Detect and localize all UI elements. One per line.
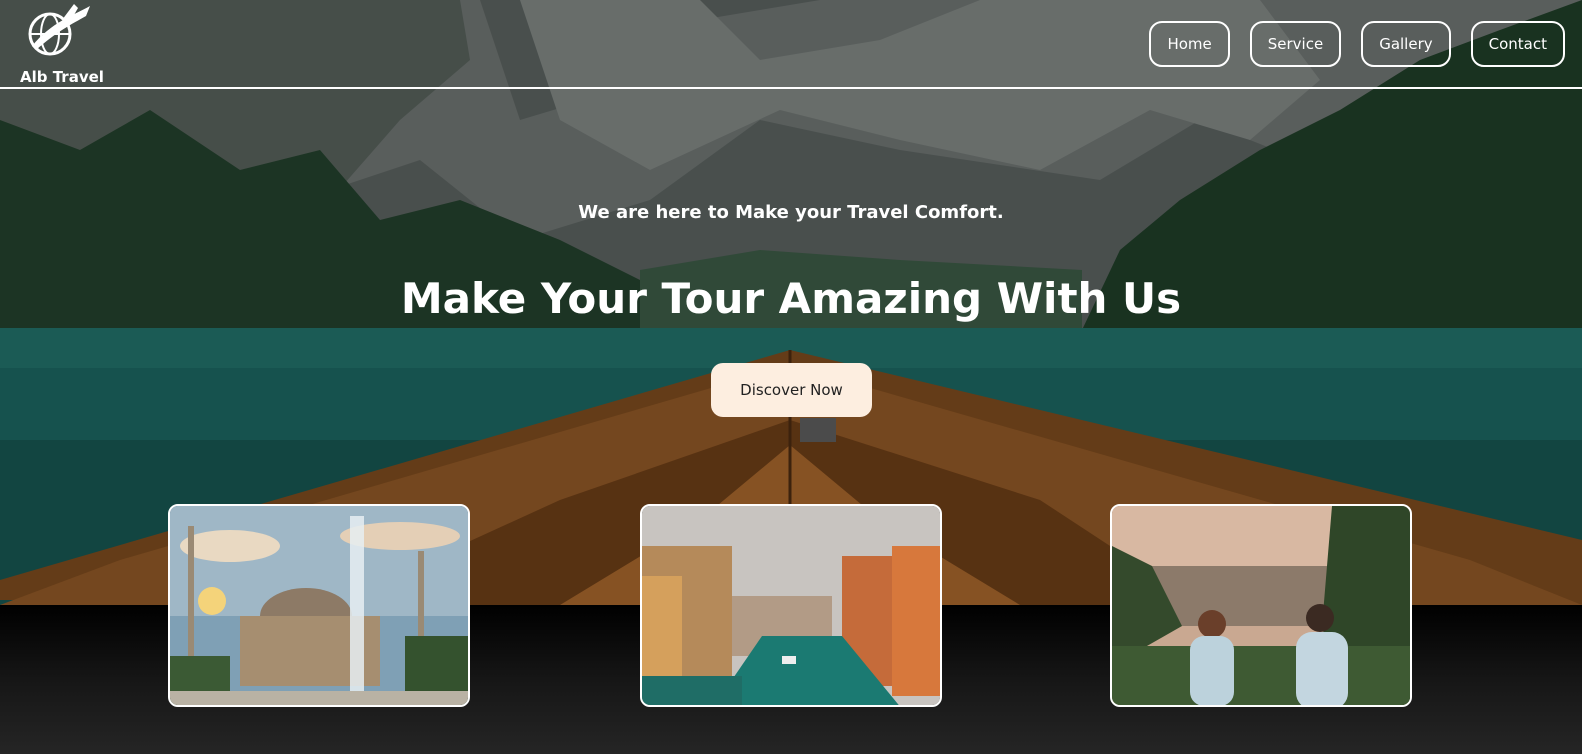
gallery-card-mosque[interactable]: [168, 504, 470, 707]
gallery-card-canal[interactable]: [640, 504, 942, 707]
mosque-fountain-photo: [170, 506, 468, 705]
navbar: Alb Travel Home Service Gallery Contact: [0, 0, 1582, 89]
couple-overlooking-city-photo: [1112, 506, 1410, 705]
hero-headline: Make Your Tour Amazing With Us: [400, 274, 1182, 323]
brand-name: Alb Travel: [20, 68, 104, 86]
nav-service-link[interactable]: Service: [1249, 21, 1342, 67]
plane-globe-icon: [28, 4, 90, 56]
brand-logo[interactable]: Alb Travel: [18, 2, 108, 86]
nav-home-link[interactable]: Home: [1149, 21, 1230, 67]
main-nav: Home Service Gallery Contact: [1149, 21, 1565, 67]
discover-now-button[interactable]: Discover Now: [711, 363, 872, 417]
nav-contact-link[interactable]: Contact: [1470, 21, 1565, 67]
gallery-card-couple[interactable]: [1110, 504, 1412, 707]
hero-tagline: We are here to Make your Travel Comfort.: [578, 202, 1004, 223]
nav-gallery-link[interactable]: Gallery: [1361, 21, 1451, 67]
canal-city-photo: [642, 506, 940, 705]
